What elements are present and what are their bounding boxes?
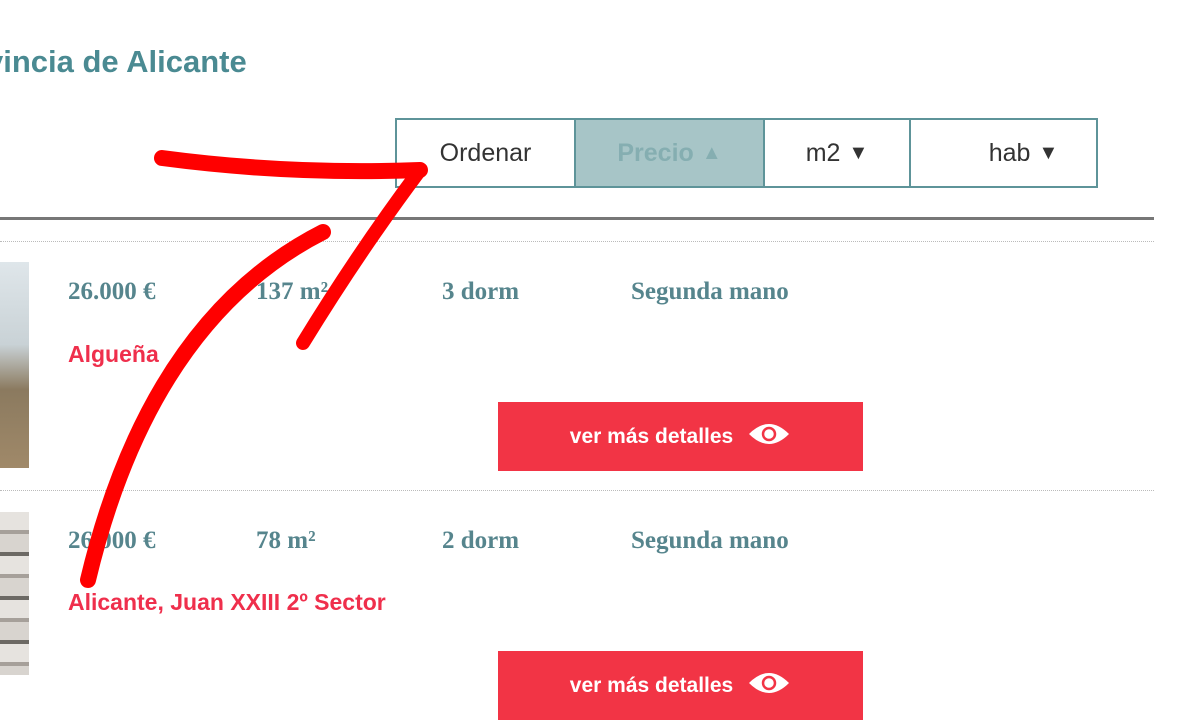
sort-price-button[interactable]: Precio ▲ — [576, 120, 765, 186]
row-divider — [0, 241, 1154, 242]
listing-price: 26.000 € — [68, 278, 156, 305]
eye-icon — [747, 669, 791, 703]
arrow-down-icon: ▼ — [848, 141, 869, 164]
listing-photo[interactable] — [0, 512, 29, 675]
listing-area: 78 m² — [256, 527, 316, 554]
sort-area-label: m2 — [805, 138, 841, 167]
arrow-up-icon: ▲ — [701, 141, 722, 164]
listing-area: 137 m² — [256, 278, 329, 305]
sort-label: Ordenar — [397, 120, 576, 186]
details-button-label: ver más detalles — [569, 424, 734, 448]
details-button-label: ver más detalles — [569, 673, 734, 697]
listing-condition: Segunda mano — [631, 278, 789, 305]
header-divider — [0, 217, 1154, 220]
arrow-down-icon: ▼ — [1038, 141, 1059, 164]
listing-condition: Segunda mano — [631, 527, 789, 554]
annotation-arrow-icon — [80, 150, 428, 588]
listing-rooms: 2 dorm — [442, 527, 520, 554]
sort-area-button[interactable]: m2 ▼ — [765, 120, 911, 186]
eye-icon — [747, 420, 791, 454]
listing-rooms: 3 dorm — [442, 278, 520, 305]
sort-rooms-button[interactable]: hab ▼ — [911, 120, 1096, 186]
details-button[interactable]: ver más detalles — [498, 651, 863, 720]
row-divider — [0, 490, 1154, 491]
listing-location-link[interactable]: Algueña — [68, 341, 159, 368]
listing-photo[interactable] — [0, 262, 29, 468]
sort-bar: Ordenar Precio ▲ m2 ▼ hab ▼ — [395, 118, 1098, 188]
sort-rooms-label: hab — [988, 138, 1031, 167]
listing-location-link[interactable]: Alicante, Juan XXIII 2º Sector — [68, 589, 386, 616]
sort-price-label: Precio — [617, 138, 694, 167]
page-title: vincia de Alicante — [0, 44, 247, 79]
listing-price: 26.000 € — [68, 527, 156, 554]
details-button[interactable]: ver más detalles — [498, 402, 863, 471]
